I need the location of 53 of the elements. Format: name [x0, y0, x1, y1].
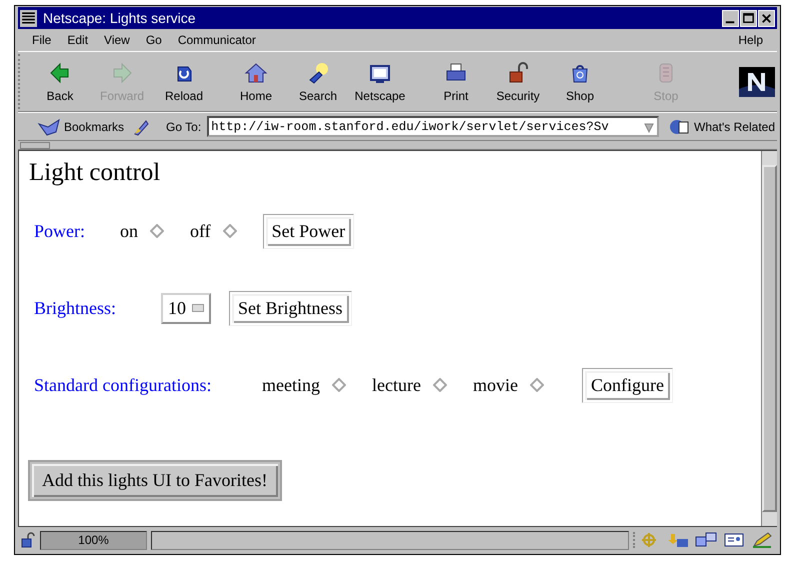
radio-label: off — [190, 220, 211, 242]
menu-item[interactable]: View — [96, 33, 138, 47]
home-icon — [244, 60, 268, 84]
bookmarks-button[interactable]: Bookmarks — [35, 118, 126, 136]
set-power-button[interactable]: Set Power — [262, 214, 354, 248]
pen-icon[interactable] — [751, 532, 773, 548]
add-to-favorites-button[interactable]: Add this lights UI to Favorites! — [28, 460, 282, 501]
reload-button[interactable]: Reload — [153, 52, 215, 111]
dropdown-arrow-icon[interactable] — [644, 120, 654, 132]
netscape-button[interactable]: Netscape — [349, 52, 411, 111]
inbox-icon[interactable] — [667, 532, 689, 548]
menu-item[interactable]: Go — [138, 33, 170, 47]
address-card-icon[interactable] — [723, 532, 745, 548]
whats-related-button[interactable]: What's Related — [665, 118, 777, 136]
book-icon — [37, 118, 61, 136]
chat-icon[interactable] — [695, 532, 717, 548]
scrollbar[interactable] — [761, 151, 777, 526]
radio-label: meeting — [262, 374, 320, 396]
window-menu-icon[interactable] — [20, 10, 37, 26]
globe-icon — [667, 118, 691, 136]
radio-label: lecture — [372, 374, 421, 396]
maximize-icon[interactable] — [740, 10, 757, 26]
radio-button[interactable] — [222, 224, 237, 238]
security-button[interactable]: Security — [487, 52, 549, 111]
radio-button[interactable] — [432, 378, 447, 392]
search-button[interactable]: Search — [287, 52, 349, 111]
radio-button[interactable] — [150, 224, 164, 238]
radio-button[interactable] — [332, 378, 346, 392]
page-heading: Light control — [29, 159, 162, 187]
minimize-icon[interactable] — [722, 10, 739, 26]
home-button[interactable]: Home — [225, 52, 287, 111]
radio-label: on — [120, 220, 138, 242]
window-title: Netscape: Lights service — [43, 10, 197, 26]
brightness-label: Brightness: — [34, 298, 118, 318]
brightness-dropdown[interactable]: 10 — [161, 292, 211, 324]
shop-button[interactable]: Shop — [549, 52, 611, 111]
close-icon[interactable] — [758, 10, 775, 26]
radio-button[interactable] — [530, 378, 544, 392]
configure-button[interactable]: Configure — [582, 368, 673, 402]
url-field[interactable]: http://iw-room.stanford.edu/iwork/servlet/services?Sv — [207, 116, 659, 137]
menu-item[interactable]: File — [24, 33, 60, 47]
configurations-label: Standard configurations: — [34, 374, 212, 396]
radio-label: movie — [472, 374, 518, 396]
menu-item[interactable]: Help — [730, 33, 771, 47]
menu-item[interactable]: Communicator — [170, 33, 264, 47]
set-brightness-button[interactable]: Set Brightness — [229, 290, 352, 326]
goto-label: Go To: — [166, 120, 202, 134]
back-button[interactable]: Back — [29, 52, 91, 111]
zoom-level: 100% — [40, 530, 147, 550]
menu-item[interactable]: Edit — [59, 33, 96, 47]
padlock-icon[interactable] — [20, 532, 36, 548]
print-button[interactable]: Print — [425, 52, 487, 111]
power-label: Power: — [34, 220, 86, 242]
